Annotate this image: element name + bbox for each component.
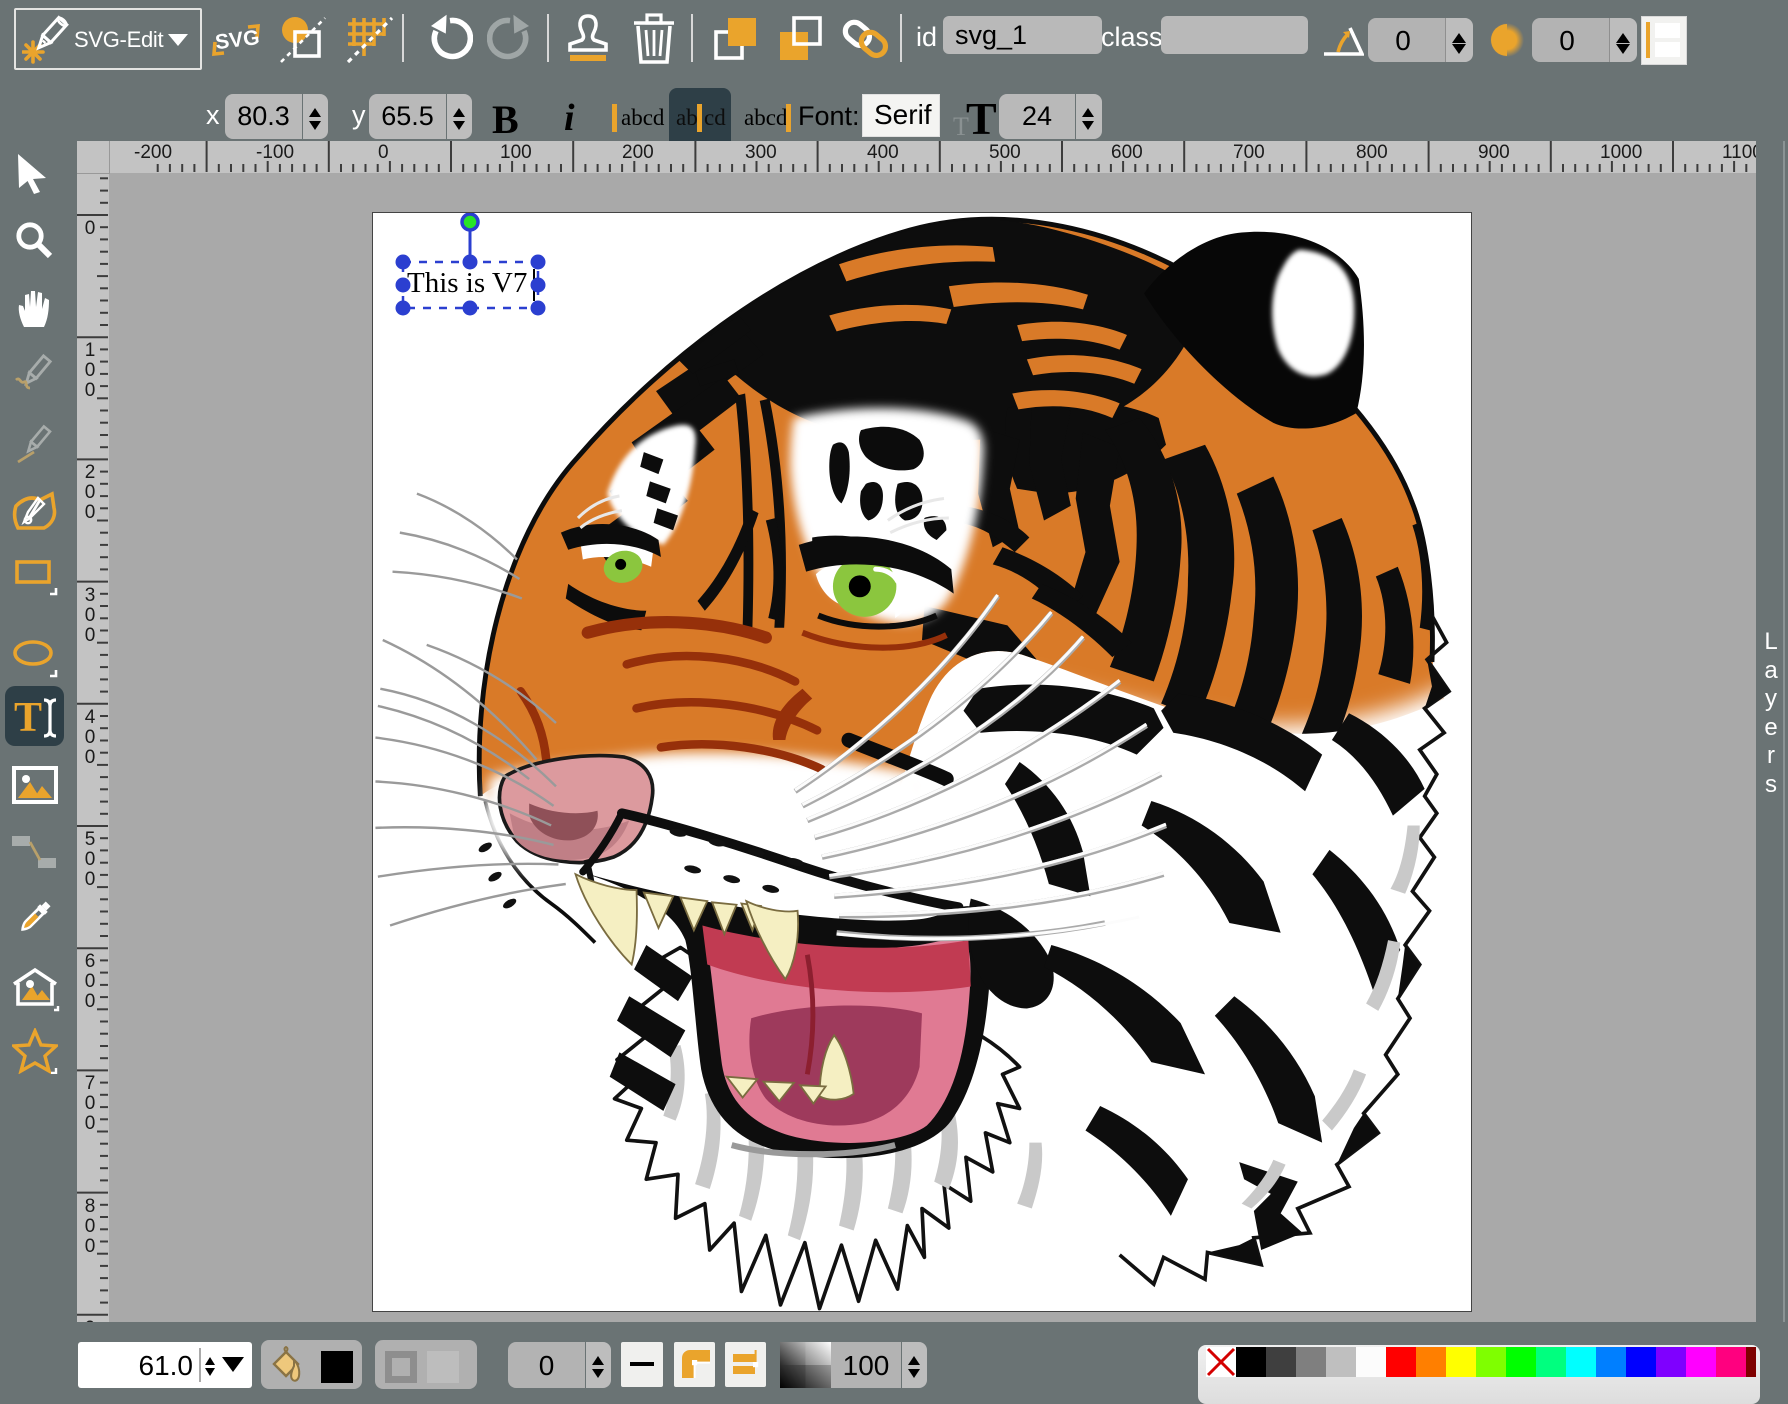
svg-text:SVG: SVG: [214, 26, 261, 54]
